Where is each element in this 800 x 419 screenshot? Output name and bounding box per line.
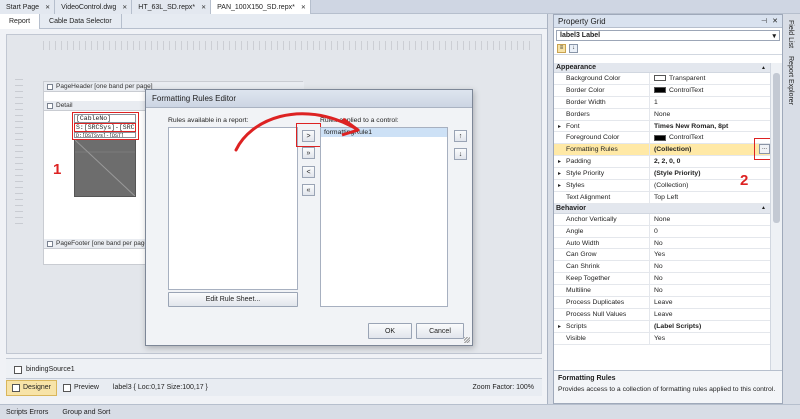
annotation-arrow [234, 112, 360, 152]
annotation-number-2: 2 [740, 172, 749, 189]
arrow-curve [234, 112, 357, 152]
